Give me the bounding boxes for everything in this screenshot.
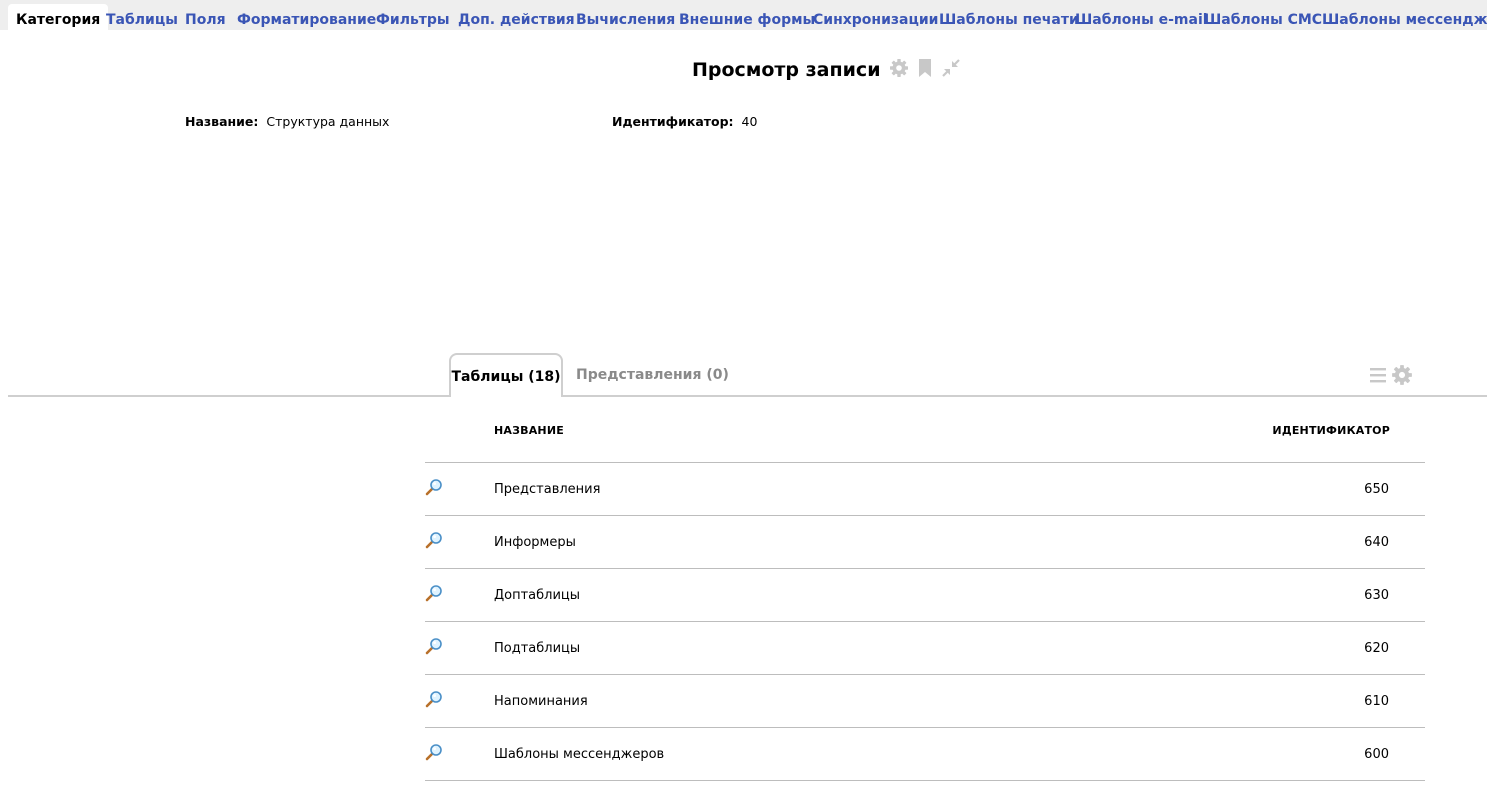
row-id: 600: [1364, 747, 1389, 762]
table-row[interactable]: Напоминания 610: [425, 675, 1425, 728]
table-row[interactable]: Шаблоны мессенджеров 600: [425, 728, 1425, 781]
row-name: Представления: [494, 482, 601, 497]
list-menu-icon[interactable]: [1369, 365, 1387, 389]
tab-sms-templates[interactable]: Шаблоны СМС: [1204, 0, 1322, 30]
page-header: Просмотр записи: [692, 58, 961, 82]
table-row[interactable]: Представления 650: [425, 463, 1425, 516]
tab-formatting[interactable]: Форматирование: [237, 0, 376, 30]
tab-fields[interactable]: Поля: [185, 0, 226, 30]
tab-category[interactable]: Категория: [8, 4, 109, 30]
tables-table: НАЗВАНИЕ ИДЕНТИФИКАТОР Представления 650…: [425, 410, 1425, 781]
row-name: Напоминания: [494, 694, 588, 709]
magnifier-view-icon[interactable]: [425, 478, 443, 500]
magnifier-view-icon[interactable]: [425, 531, 443, 553]
row-name: Шаблоны мессенджеров: [494, 747, 665, 762]
subtab-tables[interactable]: Таблицы (18): [449, 353, 563, 397]
tab-filters[interactable]: Фильтры: [376, 0, 450, 30]
column-header-id[interactable]: ИДЕНТИФИКАТОР: [1272, 424, 1390, 437]
collapse-icon[interactable]: [941, 58, 961, 82]
magnifier-view-icon[interactable]: [425, 584, 443, 606]
magnifier-view-icon[interactable]: [425, 690, 443, 712]
magnifier-view-icon[interactable]: [425, 637, 443, 659]
row-id: 630: [1364, 588, 1389, 603]
name-value: Структура данных: [266, 114, 390, 129]
row-name: Доптаблицы: [494, 588, 581, 603]
subtab-views[interactable]: Представления (0): [576, 353, 729, 397]
gear-icon[interactable]: [889, 58, 909, 82]
tab-email-templates[interactable]: Шаблоны e-mail: [1075, 0, 1208, 30]
row-id: 650: [1364, 482, 1389, 497]
row-id: 610: [1364, 694, 1389, 709]
page-title: Просмотр записи: [692, 59, 881, 81]
row-id: 620: [1364, 641, 1389, 656]
magnifier-view-icon[interactable]: [425, 743, 443, 765]
table-tools: [1369, 364, 1413, 390]
row-id: 640: [1364, 535, 1389, 550]
id-label: Идентификатор:: [612, 114, 734, 129]
column-header-name[interactable]: НАЗВАНИЕ: [494, 424, 564, 437]
table-row[interactable]: Подтаблицы 620: [425, 622, 1425, 675]
top-tab-strip: Категория Таблицы Поля Форматирование Фи…: [0, 0, 1487, 30]
id-field: Идентификатор: 40: [612, 114, 757, 129]
tab-tables[interactable]: Таблицы: [106, 0, 178, 30]
table-row[interactable]: Информеры 640: [425, 516, 1425, 569]
tab-print-templates[interactable]: Шаблоны печати: [939, 0, 1079, 30]
tab-calculations[interactable]: Вычисления: [576, 0, 675, 30]
row-name: Информеры: [494, 535, 576, 550]
tab-messenger-templates[interactable]: Шаблоны мессенджеров: [1322, 0, 1487, 30]
table-header: НАЗВАНИЕ ИДЕНТИФИКАТОР: [425, 410, 1425, 463]
row-name: Подтаблицы: [494, 641, 581, 656]
tab-synchronizations[interactable]: Синхронизации: [813, 0, 939, 30]
id-value: 40: [741, 114, 758, 129]
name-label: Название:: [185, 114, 259, 129]
bookmark-icon[interactable]: [917, 58, 933, 82]
name-field: Название: Структура данных: [185, 114, 389, 129]
gear-icon[interactable]: [1391, 364, 1413, 390]
table-row[interactable]: Доптаблицы 630: [425, 569, 1425, 622]
tab-external-forms[interactable]: Внешние формы: [679, 0, 815, 30]
tab-extra-actions[interactable]: Доп. действия: [458, 0, 575, 30]
subtabs-divider: [8, 395, 1487, 397]
